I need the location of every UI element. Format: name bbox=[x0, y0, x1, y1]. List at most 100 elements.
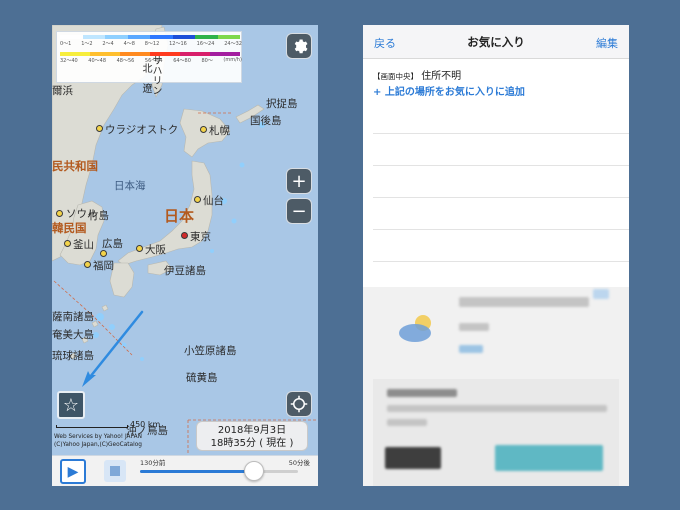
legend-label: 1～2 bbox=[81, 41, 93, 47]
crosshair-icon bbox=[290, 395, 308, 413]
stop-icon bbox=[110, 466, 120, 476]
minus-icon: − bbox=[291, 200, 307, 222]
legend-swatch bbox=[105, 35, 128, 39]
map-label-kunashiri: 国後島 bbox=[250, 115, 282, 127]
playback-bar: ▶ 130分前 50分後 bbox=[52, 455, 318, 486]
legend-swatch bbox=[150, 35, 173, 39]
legend-swatch bbox=[180, 52, 210, 56]
map-label-ogasawara: 小笠原諸島 bbox=[184, 345, 237, 357]
legend-swatch bbox=[60, 35, 83, 39]
copyright-line-2: (C)Yahoo Japan,(C)GeoCatalog bbox=[54, 442, 142, 448]
slider-thumb[interactable] bbox=[244, 461, 264, 481]
favorites-screen: 戻る お気に入り 編集 【画面中央】 住所不明 + 上記の場所をお気に入りに追加 bbox=[363, 25, 629, 486]
current-location-button[interactable] bbox=[286, 391, 312, 417]
legend-label: 8～12 bbox=[144, 41, 160, 47]
list-divider bbox=[373, 229, 629, 230]
list-divider bbox=[373, 133, 629, 134]
city-dot-seoul[interactable] bbox=[56, 210, 63, 217]
legend-swatch bbox=[195, 35, 218, 39]
ad-card[interactable] bbox=[373, 379, 619, 486]
advertisement-area[interactable] bbox=[363, 287, 629, 486]
legend-label: 4～8 bbox=[123, 41, 135, 47]
play-button[interactable]: ▶ bbox=[60, 459, 86, 484]
map-label-sea-of-japan: 日本海 bbox=[114, 180, 146, 192]
map-label-japan: 日本 bbox=[164, 207, 195, 225]
legend-swatch bbox=[90, 52, 120, 56]
observation-date: 2018年9月3日 bbox=[217, 425, 287, 436]
legend-label: 40～48 bbox=[88, 58, 107, 64]
add-favorite-button[interactable]: + 上記の場所をお気に入りに追加 bbox=[373, 83, 525, 98]
map-canvas[interactable] bbox=[52, 25, 318, 486]
city-dot-sendai[interactable] bbox=[194, 196, 201, 203]
city-dot-fukuoka[interactable] bbox=[84, 261, 91, 268]
slider-fill bbox=[140, 470, 254, 473]
map-label-korea-north: 民共和国 bbox=[52, 159, 98, 173]
map-label-hiroshima: 広島 bbox=[102, 238, 123, 250]
zoom-out-button[interactable]: − bbox=[286, 198, 312, 224]
map-label-izu-islands: 伊豆諸島 bbox=[164, 265, 206, 277]
legend-label: 12～16 bbox=[169, 41, 187, 47]
plus-icon: + bbox=[291, 170, 307, 192]
location-value: 住所不明 bbox=[421, 71, 462, 82]
legend-label: 32～40 bbox=[60, 58, 78, 64]
legend-label: 0～1 bbox=[60, 41, 72, 47]
legend-swatch bbox=[127, 35, 150, 39]
city-dot-sapporo[interactable] bbox=[200, 126, 207, 133]
nav-bar: 戻る お気に入り 編集 bbox=[363, 25, 629, 59]
map-label-etorofu: 択捉島 bbox=[266, 98, 298, 110]
city-dot-tokyo[interactable] bbox=[181, 232, 188, 239]
weather-cloud-icon bbox=[399, 315, 431, 342]
list-divider bbox=[373, 261, 629, 262]
rain-radar-screen: 0～1 1～2 2～4 4～8 8～12 12～16 16～24 24～32 32～40 40～… bbox=[52, 25, 318, 486]
legend-labels-top: 0～1 1～2 2～4 4～8 8～12 12～16 16～24 24～32 bbox=[60, 40, 242, 47]
city-dot-osaka[interactable] bbox=[136, 245, 143, 252]
map-copyright: Web Services by Yahoo! JAPAN (C)Yahoo Ja… bbox=[54, 433, 184, 449]
map-label-amami: 奄美大島 bbox=[52, 329, 94, 341]
scale-bar bbox=[56, 425, 128, 428]
slider-end-label: 50分後 bbox=[288, 459, 310, 467]
map-label-korea-south: 韓民国 bbox=[52, 221, 87, 235]
legend-label: 2～4 bbox=[102, 41, 114, 47]
list-divider bbox=[373, 165, 629, 166]
map-label-sapporo: 札幌 bbox=[209, 125, 230, 137]
page-title: お気に入り bbox=[467, 35, 525, 49]
legend-swatch bbox=[217, 35, 240, 39]
map-label-satsunan: 薩南諸島 bbox=[52, 311, 94, 323]
edit-button[interactable]: 編集 bbox=[596, 35, 618, 51]
map-label-busan: 釜山 bbox=[73, 239, 94, 251]
legend-label: 16～24 bbox=[196, 41, 215, 47]
settings-button[interactable] bbox=[286, 33, 312, 59]
stop-button[interactable] bbox=[104, 460, 126, 482]
legend-label: 24～32 bbox=[224, 41, 242, 47]
list-divider bbox=[373, 197, 629, 198]
screen-center-location: 【画面中央】 住所不明 bbox=[373, 67, 461, 82]
map-label-sendai: 仙台 bbox=[203, 195, 224, 207]
legend-swatch bbox=[60, 52, 90, 56]
legend-swatch bbox=[210, 52, 240, 56]
copyright-line-1: Web Services by Yahoo! JAPAN bbox=[54, 434, 142, 440]
map-label-edge-b: 遼 bbox=[140, 83, 151, 93]
observation-clock: 18時35分 ( 現在 ) bbox=[210, 438, 294, 449]
city-dot-hiroshima[interactable] bbox=[100, 250, 107, 257]
zoom-in-button[interactable]: + bbox=[286, 168, 312, 194]
legend-label: (mm/h) bbox=[223, 57, 242, 63]
play-icon: ▶ bbox=[67, 463, 79, 480]
observation-time: 2018年9月3日 18時35分 ( 現在 ) bbox=[196, 421, 308, 451]
city-dot-busan[interactable] bbox=[64, 240, 71, 247]
legend-color-bar-top bbox=[60, 35, 240, 39]
slider-start-label: 130分前 bbox=[140, 459, 166, 467]
legend-label: 80～ bbox=[201, 58, 213, 64]
map-scale: 450 km bbox=[56, 420, 180, 433]
time-slider[interactable] bbox=[140, 461, 298, 481]
location-tag: 【画面中央】 bbox=[373, 72, 418, 81]
legend-swatch bbox=[172, 35, 195, 39]
map-label-ryukyu: 琉球諸島 bbox=[52, 350, 94, 362]
city-dot-vladivostok[interactable] bbox=[96, 125, 103, 132]
favorite-button[interactable]: ☆ bbox=[57, 391, 85, 419]
legend-label: 48～56 bbox=[116, 58, 135, 64]
map-label-vladivostok: ウラジオストク bbox=[105, 124, 179, 136]
legend-swatch bbox=[82, 35, 105, 39]
legend-swatch bbox=[120, 52, 150, 56]
map-label-fukuoka: 福岡 bbox=[93, 260, 114, 272]
legend-label: 64～80 bbox=[173, 58, 191, 64]
